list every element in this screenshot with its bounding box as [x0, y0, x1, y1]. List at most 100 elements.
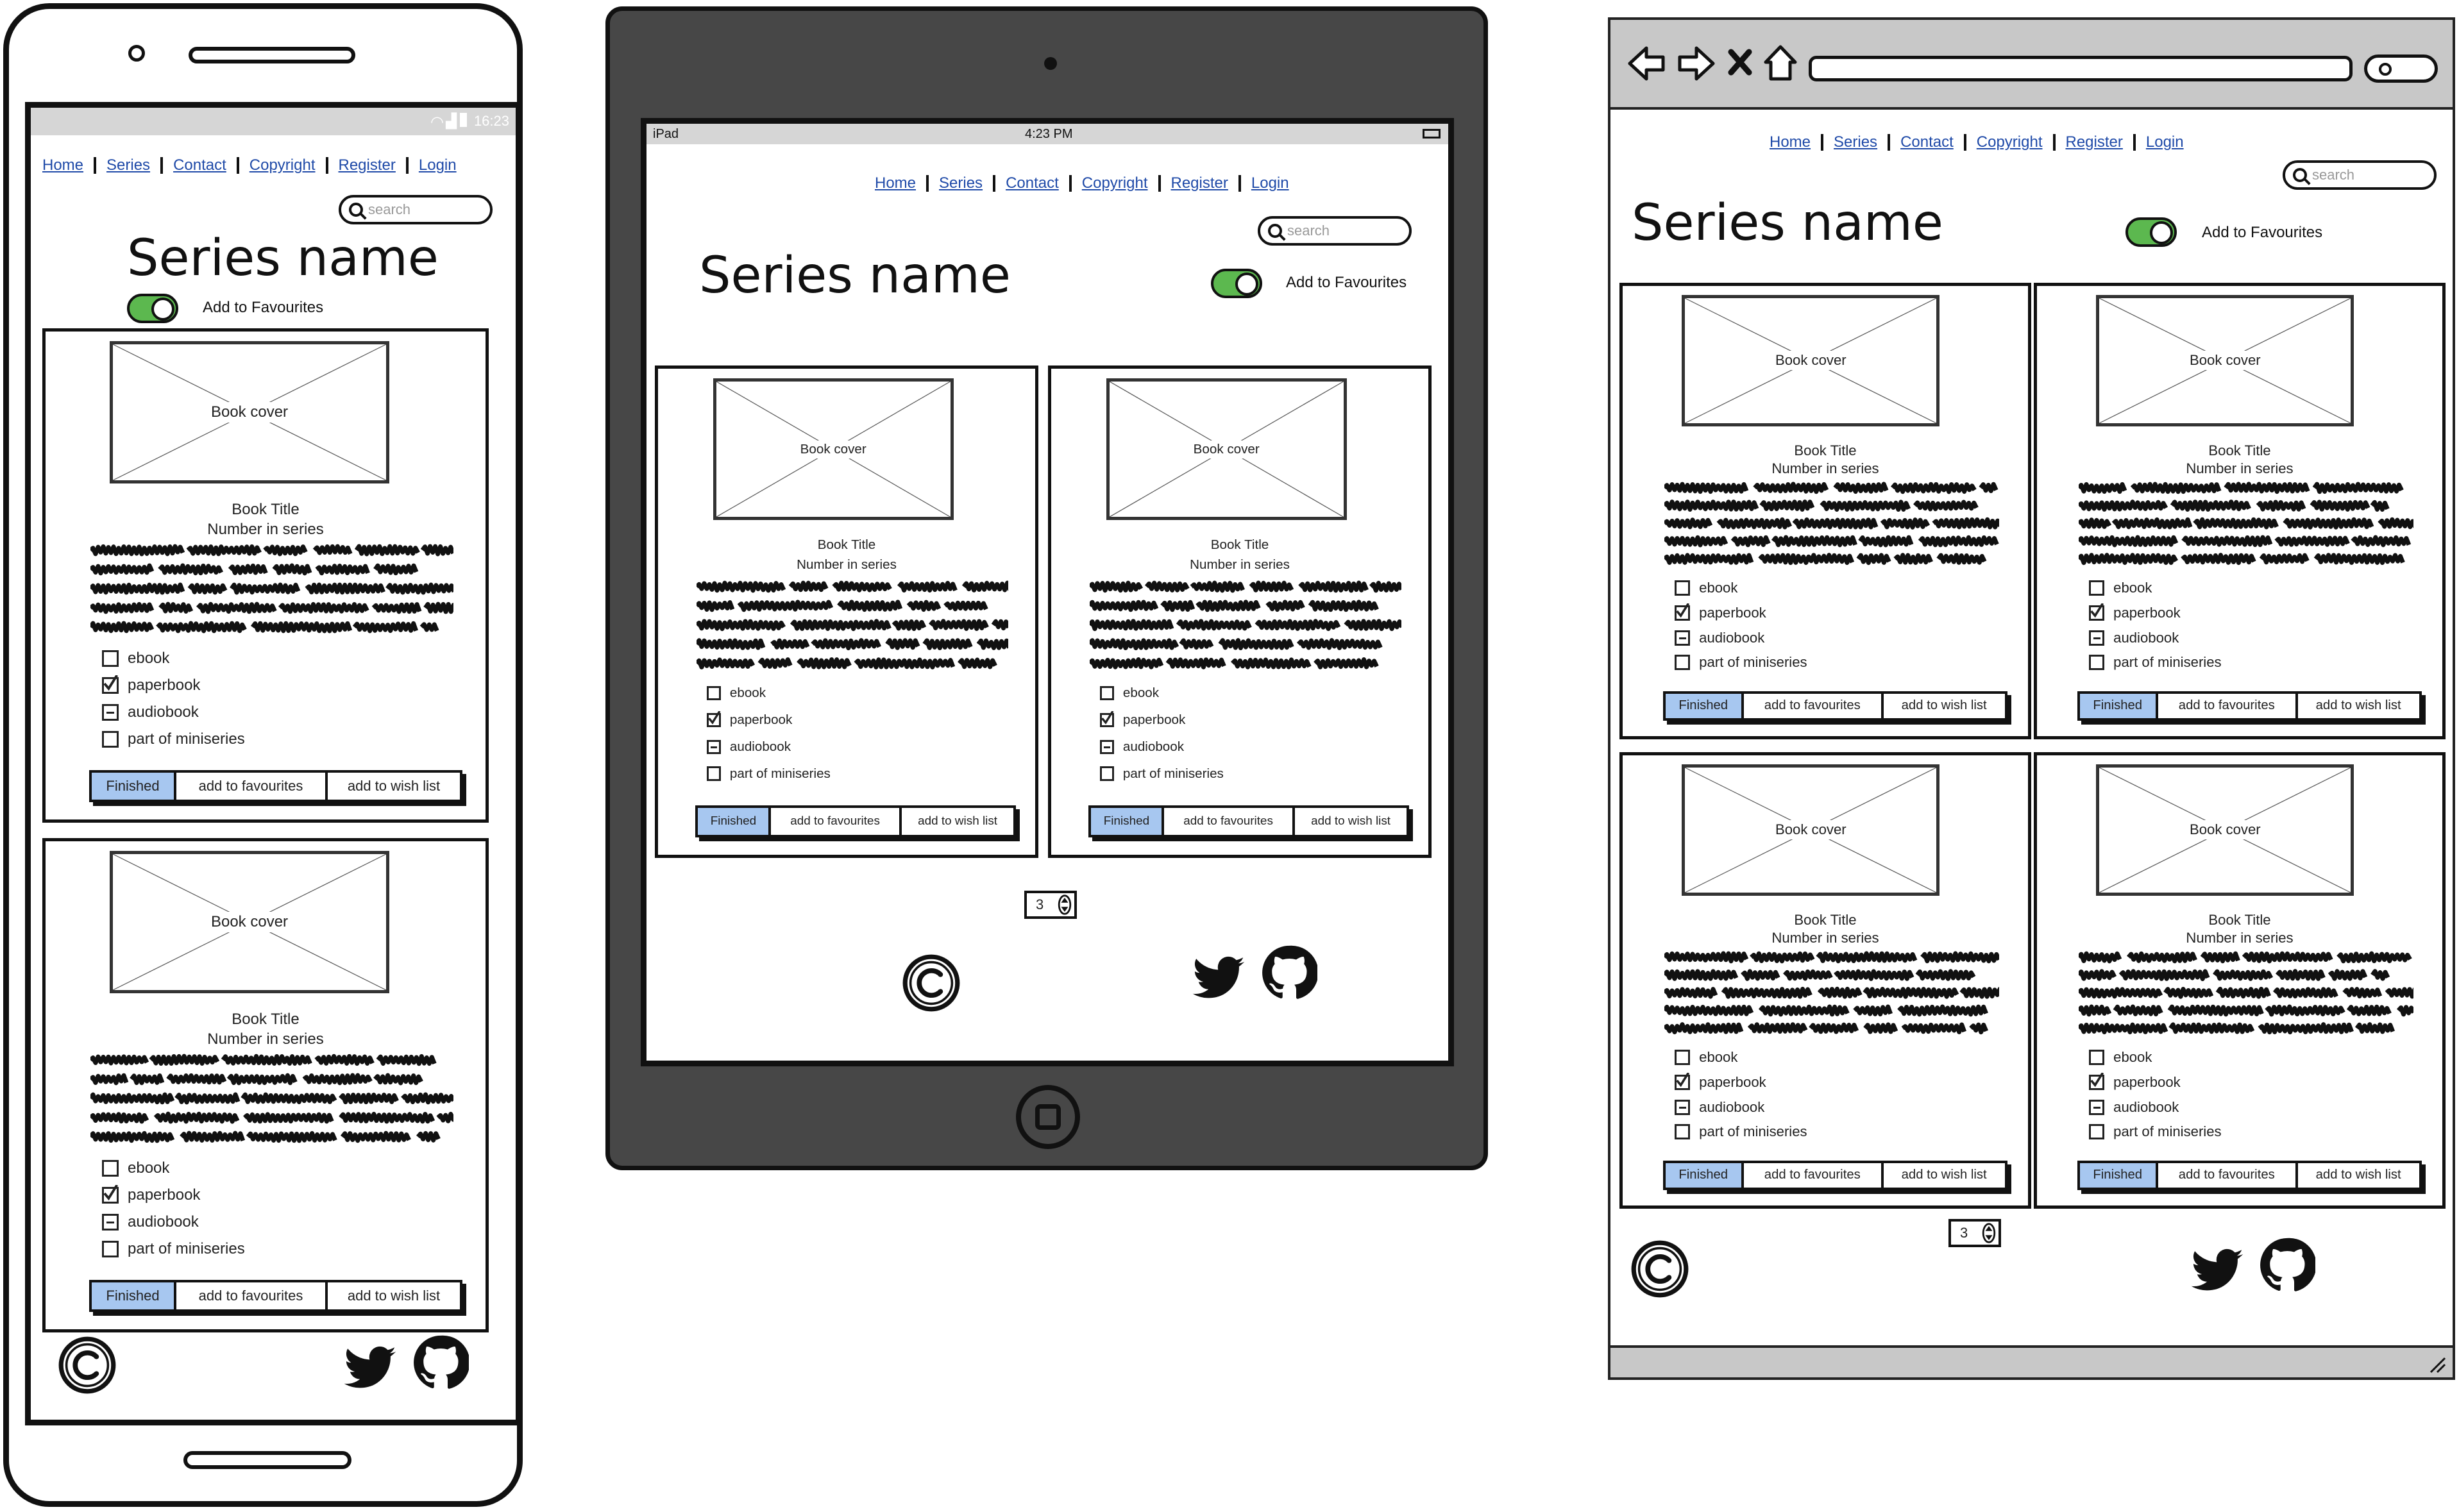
format-checkbox[interactable]: audiobook — [1675, 630, 1764, 646]
finished-button[interactable]: Finished — [2079, 1163, 2156, 1188]
checkbox-box[interactable] — [2089, 1124, 2105, 1140]
format-checkbox[interactable]: paperbook — [2089, 603, 2181, 621]
nav-register-link[interactable]: Register — [1158, 174, 1238, 192]
nav-register-link[interactable]: Register — [2052, 133, 2133, 151]
format-checkbox[interactable]: part of miniseries — [1675, 1123, 1807, 1140]
checkbox-box[interactable] — [102, 675, 119, 694]
close-icon[interactable] — [1727, 48, 1753, 76]
nav-series-link[interactable]: Series — [94, 156, 160, 174]
add-to-wish-list-button[interactable]: add to wish list — [325, 1282, 460, 1309]
add-to-favourites-button[interactable]: add to favourites — [1162, 808, 1292, 836]
nav-home-link[interactable]: Home — [32, 156, 94, 174]
home-button-icon[interactable] — [1016, 1085, 1080, 1149]
finished-button[interactable]: Finished — [92, 1282, 174, 1309]
nav-register-link[interactable]: Register — [325, 156, 406, 174]
github-icon[interactable] — [412, 1334, 469, 1391]
checkbox-box[interactable] — [1675, 1072, 1691, 1090]
checkbox-box[interactable] — [706, 685, 721, 701]
search-input[interactable]: search — [2283, 160, 2437, 190]
favourites-toggle[interactable] — [127, 294, 178, 323]
finished-button[interactable]: Finished — [698, 808, 769, 836]
forward-arrow-icon[interactable] — [1677, 46, 1716, 81]
nav-login-link[interactable]: Login — [405, 156, 467, 174]
twitter-icon[interactable] — [342, 1341, 398, 1397]
favourites-toggle[interactable] — [1211, 269, 1262, 298]
format-checkbox[interactable]: ebook — [1099, 685, 1159, 701]
format-checkbox[interactable]: part of miniseries — [102, 730, 245, 748]
format-checkbox[interactable]: audiobook — [706, 739, 791, 755]
checkbox-box[interactable] — [706, 710, 721, 728]
back-arrow-icon[interactable] — [1627, 46, 1666, 81]
format-checkbox[interactable]: audiobook — [102, 703, 199, 721]
checkbox-box[interactable] — [1099, 710, 1114, 728]
address-bar[interactable] — [1809, 56, 2353, 81]
add-to-favourites-button[interactable]: add to favourites — [2155, 1163, 2295, 1188]
twitter-icon[interactable] — [2189, 1243, 2245, 1300]
checkbox-box[interactable] — [2089, 1099, 2105, 1115]
nav-copyright-link[interactable]: Copyright — [236, 156, 326, 174]
format-checkbox[interactable]: paperbook — [102, 675, 200, 694]
nav-contact-link[interactable]: Contact — [1888, 133, 1964, 151]
add-to-wish-list-button[interactable]: add to wish list — [899, 808, 1014, 836]
format-checkbox[interactable]: audiobook — [2089, 630, 2179, 646]
checkbox-box[interactable] — [1675, 630, 1691, 646]
format-checkbox[interactable]: part of miniseries — [2089, 654, 2222, 671]
checkbox-box[interactable] — [102, 731, 119, 748]
checkbox-box[interactable] — [102, 1214, 119, 1231]
format-checkbox[interactable]: ebook — [2089, 1049, 2152, 1066]
checkbox-box[interactable] — [1099, 739, 1114, 754]
page-stepper[interactable]: 3 — [1024, 891, 1077, 919]
search-input[interactable]: search — [1258, 216, 1412, 246]
format-checkbox[interactable]: part of miniseries — [1099, 766, 1224, 782]
checkbox-box[interactable] — [1675, 1099, 1691, 1115]
checkbox-box[interactable] — [2089, 1050, 2105, 1066]
copyright-icon[interactable] — [56, 1334, 118, 1396]
checkbox-box[interactable] — [1675, 655, 1691, 671]
home-icon[interactable] — [1762, 44, 1799, 81]
nav-copyright-link[interactable]: Copyright — [1069, 174, 1158, 192]
finished-button[interactable]: Finished — [1091, 808, 1162, 836]
format-checkbox[interactable]: paperbook — [2089, 1072, 2181, 1091]
checkbox-box[interactable] — [102, 650, 119, 667]
add-to-favourites-button[interactable]: add to favourites — [1741, 693, 1881, 718]
format-checkbox[interactable]: part of miniseries — [102, 1240, 245, 1258]
github-icon[interactable] — [1261, 945, 1317, 1001]
checkbox-box[interactable] — [1675, 1124, 1691, 1140]
add-to-favourites-button[interactable]: add to favourites — [174, 773, 325, 800]
format-checkbox[interactable]: ebook — [102, 650, 169, 668]
checkbox-box[interactable] — [1675, 580, 1691, 596]
checkbox-box[interactable] — [1099, 766, 1114, 781]
format-checkbox[interactable]: paperbook — [1675, 603, 1766, 621]
format-checkbox[interactable]: audiobook — [2089, 1099, 2179, 1116]
nav-copyright-link[interactable]: Copyright — [1963, 133, 2053, 151]
format-checkbox[interactable]: part of miniseries — [1675, 654, 1807, 671]
add-to-wish-list-button[interactable]: add to wish list — [1880, 693, 2005, 718]
format-checkbox[interactable]: ebook — [706, 685, 766, 701]
format-checkbox[interactable]: audiobook — [1675, 1099, 1764, 1116]
nav-contact-link[interactable]: Contact — [160, 156, 237, 174]
checkbox-box[interactable] — [706, 766, 721, 781]
format-checkbox[interactable]: part of miniseries — [2089, 1123, 2222, 1140]
copyright-icon[interactable] — [900, 952, 962, 1014]
add-to-wish-list-button[interactable]: add to wish list — [2295, 693, 2419, 718]
checkbox-box[interactable] — [2089, 1072, 2105, 1090]
format-checkbox[interactable]: audiobook — [102, 1213, 199, 1231]
finished-button[interactable]: Finished — [1665, 1163, 1741, 1188]
nav-home-link[interactable]: Home — [1759, 133, 1821, 151]
nav-series-link[interactable]: Series — [926, 174, 993, 192]
finished-button[interactable]: Finished — [1665, 693, 1741, 718]
add-to-wish-list-button[interactable]: add to wish list — [325, 773, 460, 800]
checkbox-box[interactable] — [1675, 1050, 1691, 1066]
format-checkbox[interactable]: part of miniseries — [706, 766, 831, 782]
search-input[interactable]: search — [339, 195, 493, 224]
format-checkbox[interactable]: audiobook — [1099, 739, 1184, 755]
checkbox-box[interactable] — [102, 1185, 119, 1204]
checkbox-box[interactable] — [2089, 603, 2105, 621]
checkbox-box[interactable] — [102, 704, 119, 721]
add-to-wish-list-button[interactable]: add to wish list — [1292, 808, 1407, 836]
add-to-wish-list-button[interactable]: add to wish list — [1880, 1163, 2005, 1188]
add-to-favourites-button[interactable]: add to favourites — [768, 808, 899, 836]
checkbox-box[interactable] — [1099, 685, 1114, 701]
format-checkbox[interactable]: ebook — [102, 1159, 169, 1177]
checkbox-box[interactable] — [706, 739, 721, 754]
